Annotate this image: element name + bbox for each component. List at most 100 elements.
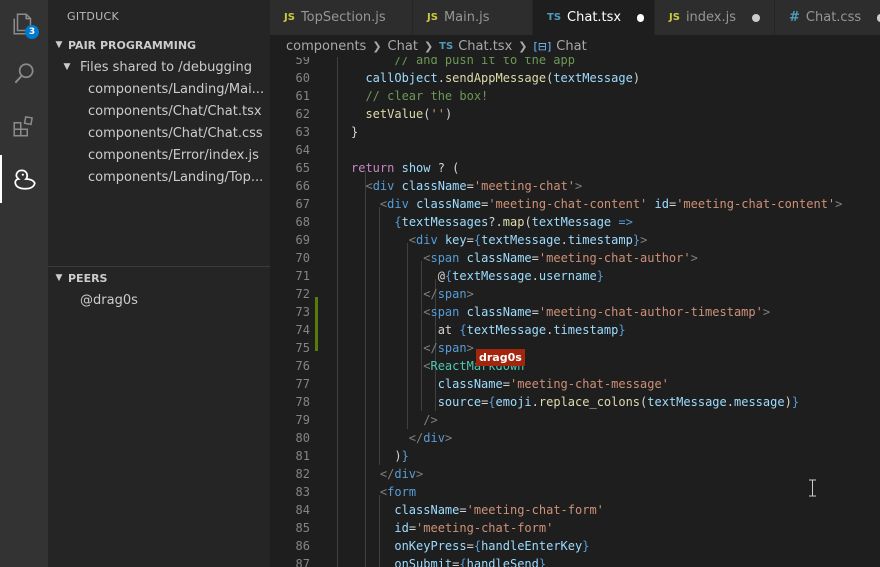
breadcrumb-folder[interactable]: Chat bbox=[388, 39, 418, 54]
js-file-icon: JS bbox=[669, 12, 680, 23]
line-number: 62 bbox=[295, 107, 310, 121]
gitduck-button[interactable] bbox=[0, 155, 48, 203]
indent-guide bbox=[337, 57, 338, 567]
shared-file[interactable]: components/Landing/Top... bbox=[48, 166, 270, 188]
js-file-icon: JS bbox=[427, 12, 438, 23]
tab-label: Chat.css bbox=[805, 10, 862, 25]
line-number: 84 bbox=[295, 503, 310, 517]
code-line: </div> bbox=[379, 467, 424, 481]
code-line: <div className='meeting-chat-content' id… bbox=[379, 197, 843, 211]
explorer-button[interactable]: 3 bbox=[0, 0, 48, 48]
line-number: 71 bbox=[295, 269, 310, 283]
breadcrumb-symbol[interactable]: Chat bbox=[556, 39, 586, 54]
line-number: 61 bbox=[295, 89, 310, 103]
modified-lines-indicator[interactable] bbox=[315, 297, 318, 351]
pair-programming-header[interactable]: ▼ PAIR PROGRAMMING bbox=[48, 34, 270, 56]
code-line: </div> bbox=[408, 431, 453, 445]
shared-file-label: components/Chat/Chat.css bbox=[88, 125, 263, 141]
code-editor[interactable]: 59 60 61 62 63 64 65 66 67 68 69 70 71 72 73 74 75 76 77 78… bbox=[270, 57, 880, 567]
peers-label: PEERS bbox=[68, 271, 108, 285]
tab-label: TopSection.js bbox=[300, 10, 386, 25]
tab-chat-css[interactable]: # Chat.css bbox=[775, 0, 880, 35]
line-number: 74 bbox=[295, 323, 310, 337]
text-cursor-icon bbox=[809, 479, 816, 497]
code-line: className='meeting-chat-form' bbox=[394, 503, 604, 517]
breadcrumb-folder[interactable]: components bbox=[286, 39, 366, 54]
tab-bar: JS TopSection.js JS Main.js TS Chat.tsx … bbox=[270, 0, 880, 35]
shared-file[interactable]: components/Chat/Chat.css bbox=[48, 122, 270, 144]
unsaved-dot-icon[interactable] bbox=[752, 13, 761, 22]
line-number: 77 bbox=[295, 377, 310, 391]
peers-header[interactable]: ▼ PEERS bbox=[48, 267, 270, 289]
breadcrumb-file[interactable]: Chat.tsx bbox=[458, 39, 512, 54]
code-line: <div key={textMessage.timestamp}> bbox=[408, 233, 648, 247]
line-number: 83 bbox=[295, 485, 310, 499]
code-line: id='meeting-chat-form' bbox=[394, 521, 554, 535]
shared-file-label: components/Landing/Mai... bbox=[88, 81, 265, 97]
shared-file[interactable]: components/Chat/Chat.tsx bbox=[48, 100, 270, 122]
line-number: 75 bbox=[295, 341, 310, 355]
line-number: 70 bbox=[295, 251, 310, 265]
shared-file-label: components/Error/index.js bbox=[88, 147, 259, 163]
symbol-variable-icon: [⊟] bbox=[533, 39, 552, 53]
tab-label: Chat.tsx bbox=[567, 10, 622, 25]
line-number: 67 bbox=[295, 197, 310, 211]
shared-file-label: components/Landing/Top... bbox=[88, 169, 264, 185]
line-number: 63 bbox=[295, 125, 310, 139]
code-line: onSubmit={handleSend} bbox=[394, 557, 547, 567]
chevron-right-icon: ❯ bbox=[372, 39, 382, 53]
ts-file-icon: TS bbox=[439, 40, 454, 52]
extensions-button[interactable] bbox=[0, 102, 48, 150]
tab-index[interactable]: JS index.js bbox=[655, 0, 775, 35]
gitduck-icon bbox=[14, 169, 36, 190]
shared-folder[interactable]: ▼ Files shared to /debugging bbox=[48, 56, 270, 78]
code-line: @{textMessage.username} bbox=[351, 269, 604, 283]
shared-file-label: components/Chat/Chat.tsx bbox=[88, 103, 262, 119]
peer-name: @drag0s bbox=[80, 292, 138, 308]
activity-bar: 3 bbox=[0, 0, 48, 567]
pair-programming-label: PAIR PROGRAMMING bbox=[68, 38, 197, 52]
code-line: <div className='meeting-chat'> bbox=[365, 179, 583, 193]
code-line: onKeyPress={handleEnterKey} bbox=[394, 539, 590, 553]
shared-file[interactable]: components/Error/index.js bbox=[48, 144, 270, 166]
code-line: // and push it to the app bbox=[394, 57, 575, 67]
line-number: 85 bbox=[295, 521, 310, 535]
code-line: <span className='meeting-chat-author-tim… bbox=[423, 305, 771, 319]
code-line: <span className='meeting-chat-author'> bbox=[423, 251, 698, 265]
chevron-down-icon: ▼ bbox=[63, 62, 71, 72]
tab-chat-tsx[interactable]: TS Chat.tsx bbox=[533, 0, 655, 35]
shared-folder-label: Files shared to /debugging bbox=[80, 59, 252, 75]
code-line: } bbox=[351, 125, 359, 139]
line-number: 86 bbox=[295, 539, 310, 553]
line-number: 79 bbox=[295, 413, 310, 427]
js-file-icon: JS bbox=[284, 12, 295, 23]
tab-main[interactable]: JS Main.js bbox=[413, 0, 533, 35]
tab-topsection[interactable]: JS TopSection.js bbox=[270, 0, 413, 35]
line-number: 69 bbox=[295, 233, 310, 247]
line-number: 66 bbox=[295, 179, 310, 193]
code-line: <form bbox=[379, 485, 417, 499]
peer-item[interactable]: @drag0s bbox=[48, 289, 270, 311]
line-number: 60 bbox=[295, 71, 310, 85]
sidebar: GITDUCK ▼ PAIR PROGRAMMING ▼ Files share… bbox=[48, 0, 270, 567]
code-line: )} bbox=[351, 449, 409, 463]
code-line: // clear the box! bbox=[365, 89, 489, 103]
line-number: 73 bbox=[295, 305, 310, 319]
sidebar-title: GITDUCK bbox=[67, 10, 120, 23]
search-button[interactable] bbox=[0, 50, 48, 98]
line-number: 80 bbox=[295, 431, 310, 445]
chevron-right-icon: ❯ bbox=[423, 39, 434, 53]
tab-label: Main.js bbox=[443, 10, 490, 25]
line-number: 82 bbox=[295, 467, 310, 481]
chevron-down-icon: ▼ bbox=[55, 273, 63, 283]
code-line: at {textMessage.timestamp} bbox=[351, 323, 626, 337]
code-line: {textMessages?.map(textMessage => bbox=[394, 215, 633, 229]
code-line: /> bbox=[423, 413, 438, 427]
line-number: 65 bbox=[295, 161, 310, 175]
line-number: 76 bbox=[295, 359, 310, 373]
code-line: </span> bbox=[423, 341, 474, 355]
unsaved-dot-icon[interactable] bbox=[637, 13, 644, 22]
shared-file[interactable]: components/Landing/Mai... bbox=[48, 78, 270, 100]
chevron-right-icon: ❯ bbox=[518, 39, 528, 53]
line-number: 87 bbox=[295, 557, 310, 567]
